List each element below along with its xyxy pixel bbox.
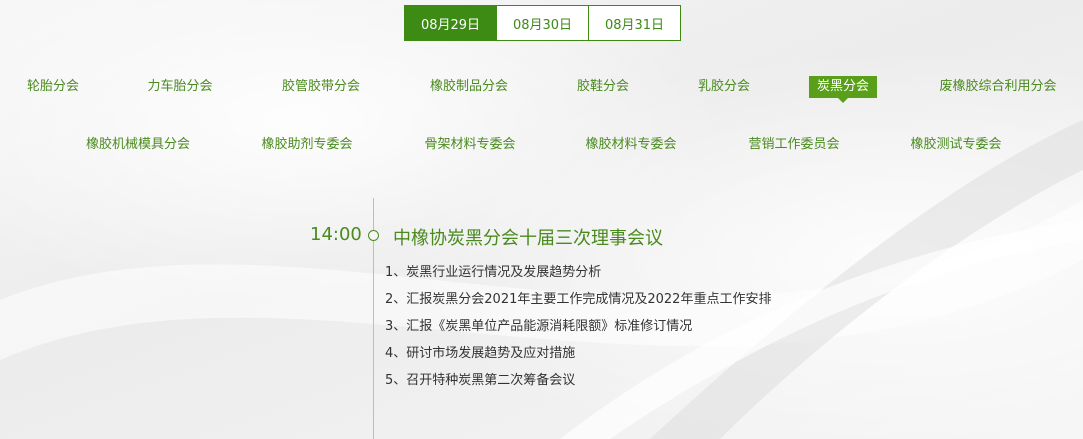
branch-rubber-products[interactable]: 橡胶制品分会 xyxy=(422,76,516,98)
agenda-item: 3、汇报《炭黑单位产品能源消耗限额》标准修订情况 xyxy=(385,319,693,334)
branch-rubber-testing[interactable]: 橡胶测试专委会 xyxy=(902,134,1009,156)
agenda-item: 4、研讨市场发展趋势及应对措施 xyxy=(385,346,576,361)
event-title: 中橡协炭黑分会十届三次理事会议 xyxy=(393,228,663,249)
date-tabs: 08月29日 08月30日 08月31日 xyxy=(404,5,681,41)
branch-marketing[interactable]: 营销工作委员会 xyxy=(740,134,847,156)
agenda-item: 2、汇报炭黑分会2021年主要工作完成情况及2022年重点工作安排 xyxy=(385,292,772,307)
branch-carbon-black[interactable]: 炭黑分会 xyxy=(808,76,878,98)
agenda-item: 1、炭黑行业运行情况及发展趋势分析 xyxy=(385,265,602,280)
date-tab-0829[interactable]: 08月29日 xyxy=(404,5,497,41)
branch-waste-rubber[interactable]: 废橡胶综合利用分会 xyxy=(931,76,1064,98)
branch-skeleton-materials[interactable]: 骨架材料专委会 xyxy=(416,134,523,156)
branch-latex[interactable]: 乳胶分会 xyxy=(690,76,758,98)
date-tab-0830[interactable]: 08月30日 xyxy=(496,5,589,41)
branch-tire[interactable]: 轮胎分会 xyxy=(19,76,87,98)
agenda-list: 1、炭黑行业运行情况及发展趋势分析 2、汇报炭黑分会2021年主要工作完成情况及… xyxy=(385,264,771,399)
branch-rubber-machinery[interactable]: 橡胶机械模具分会 xyxy=(78,134,198,156)
branch-rubber-materials[interactable]: 橡胶材料专委会 xyxy=(577,134,684,156)
event-time: 14:00 xyxy=(310,224,362,245)
branch-hose-belt[interactable]: 胶管胶带分会 xyxy=(274,76,368,98)
branch-rubber-shoes[interactable]: 胶鞋分会 xyxy=(569,76,637,98)
date-tab-0831[interactable]: 08月31日 xyxy=(588,5,681,41)
branch-rubber-additives[interactable]: 橡胶助剂专委会 xyxy=(253,134,360,156)
branch-bicycle-tire[interactable]: 力车胎分会 xyxy=(139,76,220,98)
agenda-item: 5、召开特种炭黑第二次筹备会议 xyxy=(385,373,576,388)
timeline-dot xyxy=(368,230,379,241)
